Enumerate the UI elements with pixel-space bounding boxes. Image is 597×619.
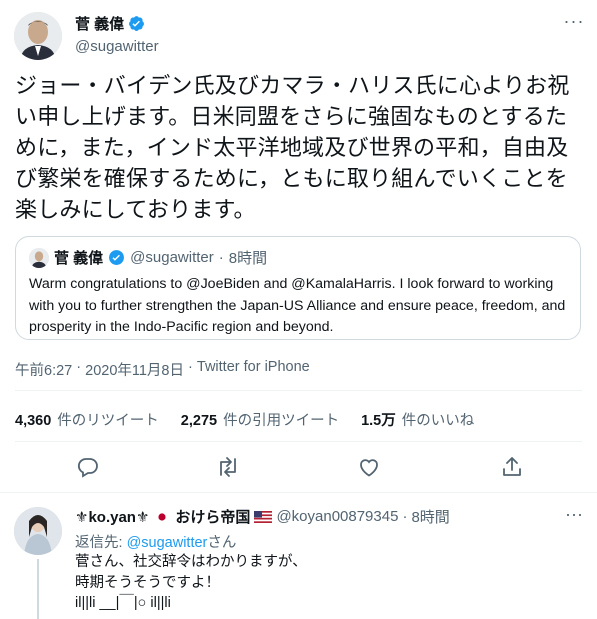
quotes-label: 件の引用ツイート [223, 413, 340, 429]
reply-author-handle[interactable]: @koyan00879345 [276, 508, 398, 525]
reply-text-line: 菅さん、社交辞令はわかりますが、 [75, 554, 307, 570]
tweet-metadata: 午前6:27 · 2020年11月8日 · Twitter for iPhone [15, 359, 310, 380]
quoted-tweet-text: Warm congratulations to @JoeBiden and @K… [29, 276, 566, 335]
tweet-header: 菅 義偉 @sugawitter [75, 13, 159, 55]
author-handle[interactable]: @sugawitter [75, 38, 159, 55]
replying-to-suffix: さん [207, 535, 237, 551]
quoted-time: 8時間 [228, 250, 268, 267]
main-tweet: 菅 義偉 @sugawitter ··· ジョー・バイデン氏及びカマラ・ハリス氏… [0, 0, 597, 491]
likes-count: 1.5万 [361, 413, 396, 429]
quoted-author-avatar [29, 247, 49, 268]
meta-separator: · [72, 359, 86, 375]
quoted-separator: · [218, 249, 224, 266]
reply-time[interactable]: 8時間 [411, 506, 449, 527]
retweets-stat[interactable]: 4,360 件のリツイート [15, 409, 159, 430]
tweet-text: ジョー・バイデン氏及びカマラ・ハリス氏に心よりお祝い申し上げます。日米同盟をさら… [15, 73, 570, 222]
meta-separator: · [184, 359, 197, 375]
replying-to-prefix: 返信先: [75, 535, 127, 551]
reply-tweet[interactable]: ⚜ko.yan⚜ おけら帝国 @koyan00879345 · 8時間 ··· … [0, 492, 597, 619]
tweet-source[interactable]: Twitter for iPhone [197, 359, 310, 380]
japan-flag-icon [153, 510, 172, 523]
reply-text: 菅さん、社交辞令はわかりますが、 時期そうそうですよ！ il||li __|￣|○ … [75, 552, 307, 614]
reply-text-line: 時期そうそうですよ！ [75, 574, 220, 591]
us-flag-icon [254, 510, 273, 523]
tweet-actions [0, 455, 597, 479]
reply-author-name-suffix[interactable]: おけら帝国 [175, 506, 250, 527]
quoted-tweet[interactable]: 菅 義偉 @sugawitter · 8時間 Warm congratulati… [15, 236, 581, 340]
author-name[interactable]: 菅 義偉 [75, 13, 124, 34]
like-icon[interactable] [357, 455, 381, 479]
quotes-stat[interactable]: 2,275 件の引用ツイート [181, 409, 339, 430]
reply-text-line: il||li __|￣|○ il||li [75, 595, 171, 611]
reply-icon[interactable] [76, 455, 100, 479]
verified-badge-icon [109, 250, 125, 265]
retweet-icon[interactable] [216, 455, 240, 479]
tweet-time[interactable]: 午前6:27 [15, 359, 72, 380]
quoted-author-name: 菅 義偉 [54, 250, 104, 267]
likes-stat[interactable]: 1.5万 件のいいね [361, 409, 474, 430]
more-options-button[interactable]: ··· [560, 12, 588, 32]
retweets-count: 4,360 [15, 413, 52, 429]
likes-label: 件のいいね [401, 413, 475, 429]
verified-badge-icon [129, 16, 145, 31]
divider [15, 441, 582, 442]
author-avatar[interactable] [14, 12, 62, 60]
divider [15, 390, 582, 391]
reply-header: ⚜ko.yan⚜ おけら帝国 @koyan00879345 · 8時間 [75, 506, 450, 527]
reply-separator: · [402, 508, 408, 525]
thread-line [37, 559, 39, 619]
replying-to-handle[interactable]: @sugawitter [127, 535, 208, 551]
tweet-stats: 4,360 件のリツイート 2,275 件の引用ツイート 1.5万 件のいいね [15, 409, 474, 430]
quoted-author-handle: @sugawitter [130, 249, 214, 266]
quotes-count: 2,275 [180, 413, 218, 429]
reply-author-avatar[interactable] [14, 507, 62, 555]
reply-author-name[interactable]: ⚜ko.yan⚜ [75, 508, 149, 526]
quoted-tweet-header: 菅 義偉 @sugawitter · 8時間 [29, 247, 267, 268]
tweet-date[interactable]: 2020年11月8日 [85, 359, 184, 380]
share-icon[interactable] [500, 455, 524, 479]
retweets-label: 件のリツイート [57, 413, 159, 429]
reply-more-options-button[interactable]: ··· [560, 505, 588, 525]
replying-to: 返信先: @sugawitterさん [75, 531, 236, 552]
